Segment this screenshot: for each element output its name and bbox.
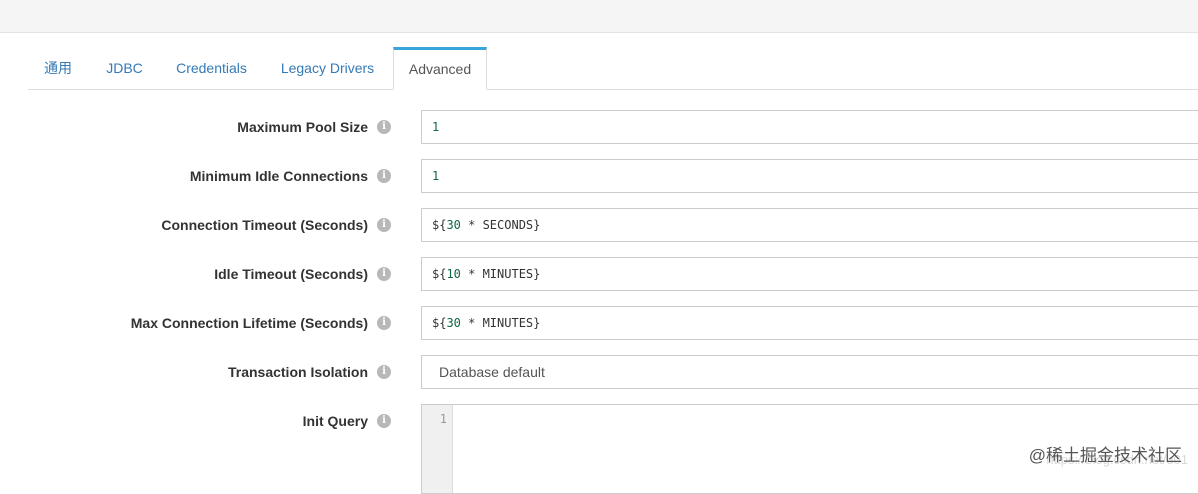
max-pool-size-label: Maximum Pool Size <box>237 119 368 135</box>
tx-isolation-row: Transaction Isolation i Database default <box>0 355 1198 389</box>
conn-timeout-row: Connection Timeout (Seconds) i ${30 * SE… <box>0 208 1198 242</box>
info-icon[interactable]: i <box>377 414 391 428</box>
max-lifetime-row: Max Connection Lifetime (Seconds) i ${30… <box>0 306 1198 340</box>
idle-timeout-row: Idle Timeout (Seconds) i ${10 * MINUTES} <box>0 257 1198 291</box>
min-idle-input[interactable]: 1 <box>421 159 1198 193</box>
info-icon[interactable]: i <box>377 120 391 134</box>
min-idle-label: Minimum Idle Connections <box>189 168 368 184</box>
tab-general[interactable]: 通用 <box>28 47 88 90</box>
tab-advanced[interactable]: Advanced <box>393 47 487 90</box>
min-idle-row: Minimum Idle Connections i 1 <box>0 159 1198 193</box>
tab-credentials[interactable]: Credentials <box>161 47 262 90</box>
info-icon[interactable]: i <box>377 316 391 330</box>
tab-legacy-drivers[interactable]: Legacy Drivers <box>262 47 393 90</box>
top-bar <box>0 0 1198 33</box>
info-icon[interactable]: i <box>377 365 391 379</box>
max-lifetime-input[interactable]: ${30 * MINUTES} <box>421 306 1198 340</box>
conn-timeout-label: Connection Timeout (Seconds) <box>161 217 368 233</box>
init-query-label: Init Query <box>302 413 368 429</box>
watermark: @稀土掘金技术社区 <box>1028 446 1182 465</box>
info-icon[interactable]: i <box>377 218 391 232</box>
idle-timeout-input[interactable]: ${10 * MINUTES} <box>421 257 1198 291</box>
conn-timeout-input[interactable]: ${30 * SECONDS} <box>421 208 1198 242</box>
max-pool-size-row: Maximum Pool Size i 1 <box>0 110 1198 144</box>
info-icon[interactable]: i <box>377 267 391 281</box>
idle-timeout-label: Idle Timeout (Seconds) <box>214 266 368 282</box>
tab-jdbc[interactable]: JDBC <box>88 47 161 90</box>
info-icon[interactable]: i <box>377 169 391 183</box>
max-pool-size-input[interactable]: 1 <box>421 110 1198 144</box>
tab-bar: 通用 JDBC Credentials Legacy Drivers Advan… <box>28 47 1198 90</box>
max-lifetime-label: Max Connection Lifetime (Seconds) <box>130 315 368 331</box>
tx-isolation-label: Transaction Isolation <box>227 364 368 380</box>
tx-isolation-select[interactable]: Database default <box>421 355 1198 389</box>
